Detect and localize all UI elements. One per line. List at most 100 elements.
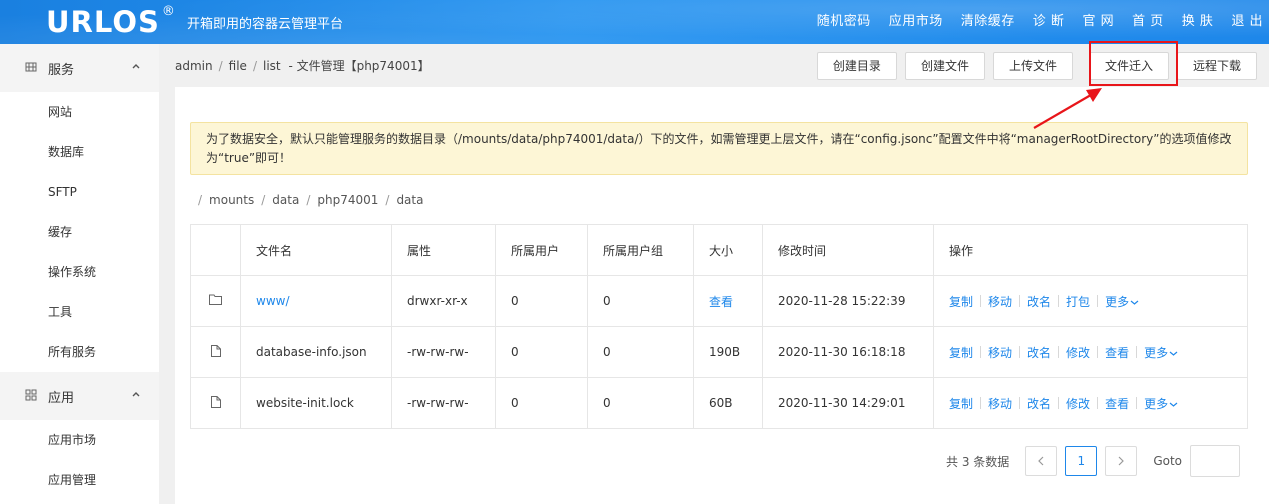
annotation-arrow-icon: [1033, 88, 1102, 129]
sidebar-group-apps[interactable]: 应用: [0, 372, 159, 420]
file-group: 0: [587, 377, 694, 429]
top-header: URLOS ® 开箱即用的容器云管理平台 随机密码 应用市场 清除缓存 诊 断 官…: [0, 0, 1269, 44]
chevron-down-icon: [1169, 351, 1178, 356]
goto-page-input[interactable]: [1190, 445, 1240, 477]
nav-random-password[interactable]: 随机密码: [817, 13, 871, 31]
copy-link[interactable]: 复制: [949, 344, 973, 361]
breadcrumb-list[interactable]: list: [263, 59, 281, 73]
top-nav: 随机密码 应用市场 清除缓存 诊 断 官 网 首 页 换 肤 退 出: [799, 13, 1263, 31]
move-link[interactable]: 移动: [988, 293, 1012, 310]
col-attr: 属性: [391, 224, 496, 276]
copy-link[interactable]: 复制: [949, 293, 973, 310]
file-mtime: 2020-11-28 15:22:39: [762, 275, 934, 327]
col-mtime: 修改时间: [762, 224, 934, 276]
edit-link[interactable]: 修改: [1066, 344, 1090, 361]
file-group: 0: [587, 326, 694, 378]
sidebar-item-cache[interactable]: 缓存: [0, 212, 159, 252]
sidebar-item-os[interactable]: 操作系统: [0, 252, 159, 292]
apps-grid-icon: [24, 389, 38, 404]
file-name[interactable]: website-init.lock: [240, 377, 392, 429]
goto-label: Goto: [1153, 454, 1182, 468]
remote-download-button[interactable]: 远程下载: [1176, 52, 1257, 80]
breadcrumb: admin / file / list - 文件管理【php74001】: [175, 59, 430, 73]
view-link[interactable]: 查看: [1105, 395, 1129, 412]
more-dropdown[interactable]: 更多: [1105, 293, 1139, 310]
directory-path: / mounts / data / php74001/data: [198, 193, 424, 207]
create-directory-button[interactable]: 创建目录: [816, 52, 897, 80]
chevron-right-icon: [1118, 456, 1125, 466]
logo[interactable]: URLOS ®: [46, 4, 175, 40]
more-dropdown[interactable]: 更多: [1144, 344, 1178, 361]
chevron-up-icon: [131, 61, 141, 74]
file-icon: [210, 344, 221, 360]
col-size: 大小: [693, 224, 763, 276]
sidebar-item-sftp[interactable]: SFTP: [0, 172, 159, 212]
rename-link[interactable]: 改名: [1027, 293, 1051, 310]
sidebar-item-app-manage[interactable]: 应用管理: [0, 460, 159, 500]
file-name[interactable]: database-info.json: [240, 326, 392, 378]
upload-file-button[interactable]: 上传文件: [992, 52, 1073, 80]
nav-diagnose[interactable]: 诊 断: [1033, 13, 1065, 31]
sidebar-item-app-market[interactable]: 应用市场: [0, 420, 159, 460]
view-size-link[interactable]: 查看: [709, 295, 733, 309]
create-file-button[interactable]: 创建文件: [904, 52, 985, 80]
sidebar-item-all-services[interactable]: 所有服务: [0, 332, 159, 372]
view-link[interactable]: 查看: [1105, 344, 1129, 361]
rename-link[interactable]: 改名: [1027, 344, 1051, 361]
table-row: www/ drwxr-xr-x 0 0 查看 2020-11-28 15:22:…: [190, 275, 1248, 327]
table-row: website-init.lock -rw-rw-rw- 0 0 60B 202…: [190, 377, 1248, 429]
breadcrumb-file[interactable]: file: [229, 59, 247, 73]
path-php74001[interactable]: php74001: [317, 193, 378, 207]
path-data[interactable]: data: [272, 193, 299, 207]
chevron-down-icon: [1130, 300, 1139, 305]
main-panel: 为了数据安全，默认只能管理服务的数据目录（/mounts/data/php740…: [175, 87, 1269, 504]
action-toolbar: 创建目录 创建文件 上传文件 文件迁入 远程下载: [809, 52, 1257, 80]
move-link[interactable]: 移动: [988, 344, 1012, 361]
sidebar-item-tools[interactable]: 工具: [0, 292, 159, 332]
more-dropdown[interactable]: 更多: [1144, 395, 1178, 412]
table-row: database-info.json -rw-rw-rw- 0 0 190B 2…: [190, 326, 1248, 378]
file-name-link[interactable]: www/: [256, 294, 290, 308]
file-size: 190B: [693, 326, 763, 378]
file-table: 文件名 属性 所属用户 所属用户组 大小 修改时间 操作 www/ drwxr-…: [190, 224, 1248, 429]
file-user: 0: [495, 326, 588, 378]
pack-link[interactable]: 打包: [1066, 293, 1090, 310]
chevron-down-icon: [1169, 402, 1178, 407]
sidebar-item-database[interactable]: 数据库: [0, 132, 159, 172]
sidebar-group-services[interactable]: 服务: [0, 44, 159, 92]
nav-official-site[interactable]: 官 网: [1082, 13, 1114, 31]
row-actions: 复制 移动 改名 打包 更多: [949, 293, 1232, 310]
file-mtime: 2020-11-30 16:18:18: [762, 326, 934, 378]
folder-icon: [209, 294, 222, 308]
edit-link[interactable]: 修改: [1066, 395, 1090, 412]
file-user: 0: [495, 377, 588, 429]
page-title: - 文件管理【php74001】: [288, 59, 430, 73]
sidebar: 服务 网站 数据库 SFTP 缓存 操作系统 工具 所有服务 应用 应用市场 应…: [0, 44, 159, 504]
chevron-left-icon: [1038, 456, 1044, 466]
copy-link[interactable]: 复制: [949, 395, 973, 412]
file-attr: drwxr-xr-x: [391, 275, 496, 327]
table-header-row: 文件名 属性 所属用户 所属用户组 大小 修改时间 操作: [190, 224, 1248, 276]
nav-logout[interactable]: 退 出: [1231, 13, 1263, 31]
prev-page-button[interactable]: [1025, 446, 1058, 476]
page-button-current[interactable]: 1: [1065, 446, 1098, 476]
path-mounts[interactable]: mounts: [209, 193, 254, 207]
sidebar-item-website[interactable]: 网站: [0, 92, 159, 132]
nav-app-market[interactable]: 应用市场: [889, 13, 943, 31]
next-page-button[interactable]: [1105, 446, 1138, 476]
file-attr: -rw-rw-rw-: [391, 377, 496, 429]
nav-clear-cache[interactable]: 清除缓存: [961, 13, 1015, 31]
row-actions: 复制 移动 改名 修改 查看 更多: [949, 344, 1232, 361]
nav-home[interactable]: 首 页: [1132, 13, 1164, 31]
rename-link[interactable]: 改名: [1027, 395, 1051, 412]
file-group: 0: [587, 275, 694, 327]
chevron-up-icon: [131, 389, 141, 402]
breadcrumb-admin[interactable]: admin: [175, 59, 213, 73]
file-attr: -rw-rw-rw-: [391, 326, 496, 378]
col-filename: 文件名: [240, 224, 392, 276]
nav-skin[interactable]: 换 肤: [1182, 13, 1214, 31]
file-mtime: 2020-11-30 14:29:01: [762, 377, 934, 429]
file-user: 0: [495, 275, 588, 327]
path-data-current[interactable]: data: [396, 193, 423, 207]
move-link[interactable]: 移动: [988, 395, 1012, 412]
